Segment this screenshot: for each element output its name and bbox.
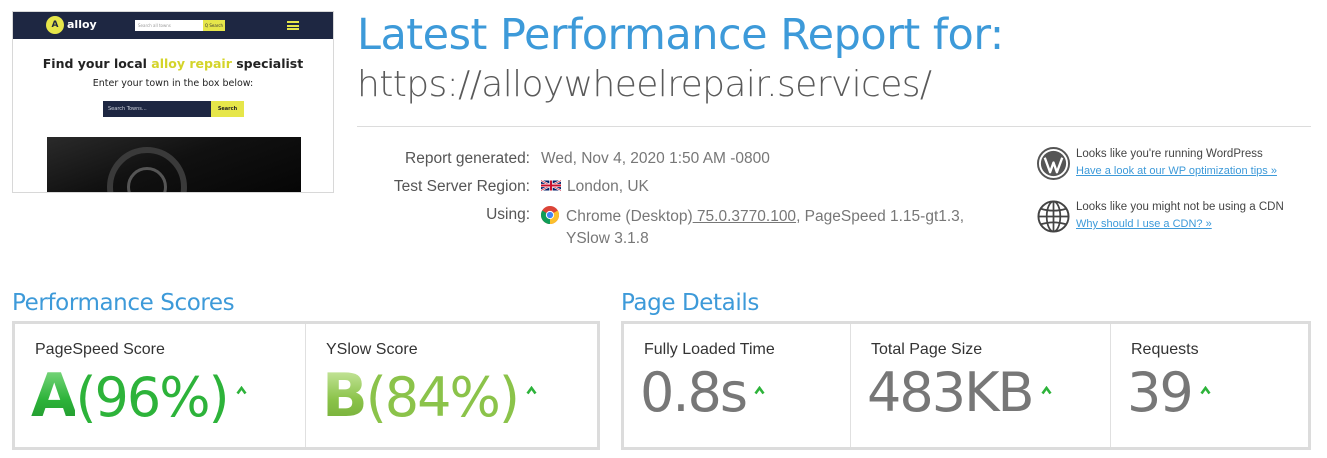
fully-loaded-time-cell[interactable]: Fully Loaded Time 0.8s	[624, 324, 850, 447]
chrome-icon	[541, 206, 559, 224]
thumb-headline: Find your local alloy repair specialist	[42, 56, 304, 71]
thumb-navbar: A alloy Search all towns Q Search	[13, 12, 333, 39]
wordpress-notice-title: Looks like you're running WordPress	[1076, 148, 1263, 160]
pagespeed-score-label: PageSpeed Score	[35, 341, 165, 358]
wordpress-icon	[1037, 147, 1070, 180]
page-details-title: Page Details	[621, 290, 759, 316]
fully-loaded-time-value: 0.8s	[640, 366, 765, 420]
thumb-logo-icon: A	[46, 16, 64, 34]
pagespeed-grade: A	[31, 361, 77, 431]
thumb-logo-text: alloy	[67, 18, 97, 31]
requests-value: 39	[1127, 366, 1211, 420]
yslow-score-cell[interactable]: YSlow Score B(84%)	[305, 324, 598, 447]
chrome-version-link[interactable]: 75.0.3770.100	[693, 208, 796, 225]
using-value-line2: YSlow 3.1.8	[566, 230, 649, 247]
cdn-notice-title: Looks like you might not be using a CDN	[1076, 201, 1284, 213]
yslow-score-label: YSlow Score	[326, 341, 418, 358]
thumb-search-input: Search Towns...	[103, 101, 211, 117]
report-generated-label: Report generated:	[405, 150, 530, 167]
pagespeed-score-cell[interactable]: PageSpeed Score A(96%)	[15, 324, 305, 447]
caret-up-icon	[1200, 386, 1211, 395]
thumb-hero-image	[47, 137, 301, 192]
using-browser: Chrome (Desktop)	[566, 208, 693, 225]
yslow-score-value: B(84%)	[322, 366, 537, 426]
report-url: https://alloywheelrepair.services/	[357, 64, 932, 105]
server-region-value: London, UK	[541, 178, 649, 196]
uk-flag-icon	[541, 179, 561, 192]
caret-up-icon	[1040, 386, 1052, 395]
page-title: Latest Performance Report for:	[357, 10, 1004, 60]
report-generated-value: Wed, Nov 4, 2020 1:50 AM -0800	[541, 150, 770, 167]
using-label: Using:	[486, 206, 530, 223]
wordpress-tips-link[interactable]: Have a look at our WP optimization tips …	[1076, 165, 1277, 177]
pagespeed-percent: (96%)	[75, 366, 229, 429]
cdn-help-link[interactable]: Why should I use a CDN? »	[1076, 218, 1212, 230]
using-rest: , PageSpeed 1.15-gt1.3,	[796, 208, 965, 225]
server-region-label: Test Server Region:	[393, 178, 530, 195]
total-page-size-value: 483KB	[867, 366, 1052, 420]
caret-up-icon	[754, 386, 765, 395]
yslow-grade: B	[322, 361, 368, 431]
total-page-size-label: Total Page Size	[871, 341, 983, 358]
thumb-search-button: Search	[211, 101, 244, 117]
header-divider	[357, 126, 1311, 127]
caret-up-icon	[236, 386, 247, 395]
site-thumbnail[interactable]: A alloy Search all towns Q Search Find y…	[12, 11, 334, 193]
total-page-size-cell[interactable]: Total Page Size 483KB	[850, 324, 1111, 447]
using-value: Chrome (Desktop) 75.0.3770.100, PageSpee…	[541, 206, 964, 226]
thumb-subheading: Enter your town in the box below:	[92, 78, 254, 89]
performance-scores-panel: PageSpeed Score A(96%) YSlow Score B(84%…	[12, 321, 600, 450]
performance-scores-title: Performance Scores	[12, 290, 235, 316]
fully-loaded-time-label: Fully Loaded Time	[644, 341, 775, 358]
page-details-panel: Fully Loaded Time 0.8s Total Page Size 4…	[621, 321, 1311, 450]
thumb-menu-icon	[287, 21, 299, 30]
requests-cell[interactable]: Requests 39	[1110, 324, 1309, 447]
thumb-nav-search-button: Q Search	[203, 20, 225, 31]
globe-icon	[1037, 200, 1070, 233]
caret-up-icon	[526, 386, 537, 395]
requests-label: Requests	[1131, 341, 1199, 358]
pagespeed-score-value: A(96%)	[31, 366, 247, 426]
thumb-nav-search: Search all towns	[135, 20, 203, 31]
yslow-percent: (84%)	[365, 366, 520, 429]
